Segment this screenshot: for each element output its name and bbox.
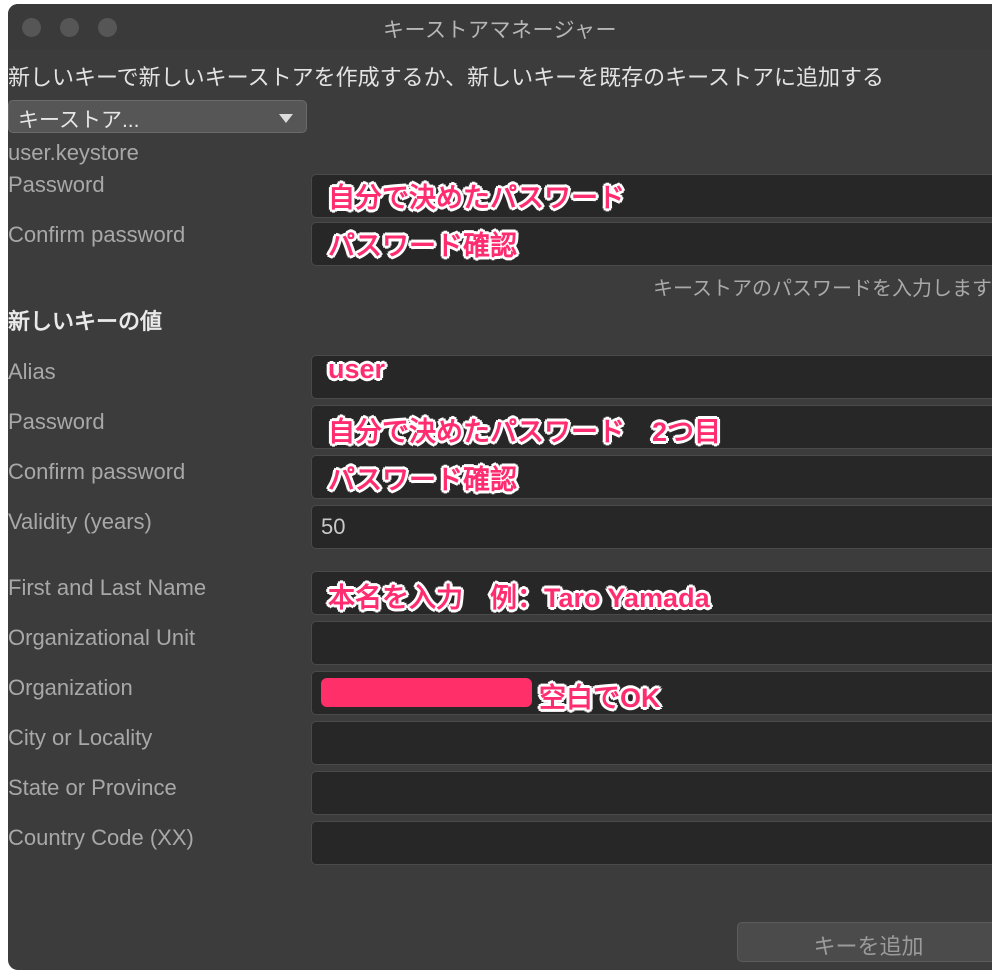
key-confirm-password-annotation: パスワード確認 [328,465,517,495]
key-password-label: Password [8,409,105,434]
alias-label: Alias [8,359,56,384]
add-key-button[interactable]: キーを追加 [737,922,992,962]
first-and-last-name-annotation: 本名を入力 例：Taro Yamada [328,583,710,613]
keystore-select[interactable]: キーストア... [8,100,307,133]
validity-input[interactable]: 50 [311,505,992,549]
keystore-confirm-password-annotation: パスワード確認 [328,231,517,261]
validity-value: 50 [321,514,346,539]
keystore-filename: user.keystore [8,140,139,165]
title-bar: キーストアマネージャー [8,4,992,49]
organization-label: Organization [8,675,133,700]
key-password-annotation: 自分で決めたパスワード 2つ目 [328,417,722,447]
organization-redaction-bar [321,678,532,707]
country-code-input[interactable] [311,821,992,865]
dialog-description: 新しいキーで新しいキーストアを作成するか、新しいキーを既存のキーストアに追加する [8,65,885,90]
chevron-down-icon [279,114,293,123]
keystore-manager-window: キーストアマネージャー 新しいキーで新しいキーストアを作成するか、新しいキーを既… [8,4,992,970]
window-title: キーストアマネージャー [383,19,617,42]
country-code-label: Country Code (XX) [8,825,194,850]
keystore-confirm-password-label: Confirm password [8,222,186,247]
keystore-select-label: キーストア... [18,109,140,132]
first-and-last-name-label: First and Last Name [8,575,207,600]
keystore-password-label: Password [8,172,105,197]
validity-label: Validity (years) [8,509,152,534]
new-key-section-heading: 新しいキーの値 [8,309,163,334]
add-key-button-label: キーを追加 [813,934,924,959]
keystore-password-hint: キーストアのパスワードを入力します [653,278,992,300]
keystore-password-annotation: 自分で決めたパスワード [328,183,625,213]
city-or-locality-input[interactable] [311,721,992,765]
alias-input[interactable] [311,355,992,399]
state-or-province-input[interactable] [311,771,992,815]
organization-annotation: 空白でOK [539,683,661,713]
alias-annotation: user [328,354,386,384]
city-or-locality-label: City or Locality [8,725,153,750]
state-or-province-label: State or Province [8,775,177,800]
key-confirm-password-label: Confirm password [8,459,186,484]
organizational-unit-label: Organizational Unit [8,625,196,650]
organizational-unit-input[interactable] [311,621,992,665]
